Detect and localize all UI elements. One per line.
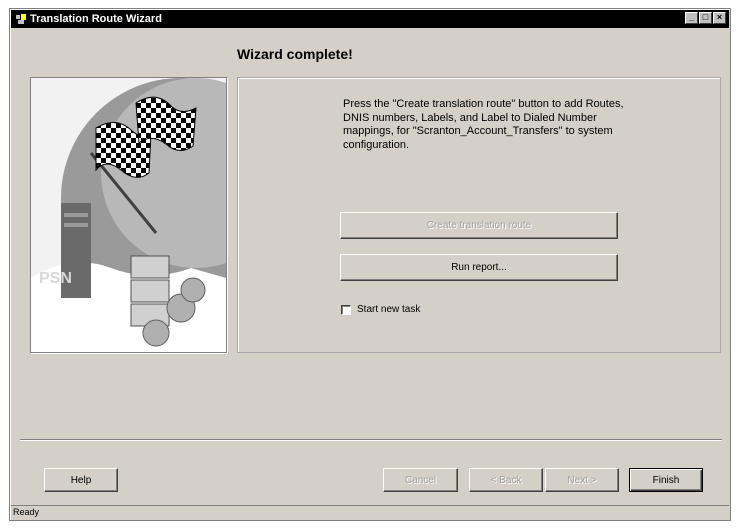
wizard-window: Translation Route Wizard _ □ × Wizard co… [9, 8, 731, 521]
window-title: Translation Route Wizard [30, 13, 162, 25]
minimize-button[interactable]: _ [685, 12, 698, 24]
start-new-task-checkbox[interactable] [341, 304, 351, 315]
start-new-task-row[interactable]: Start new task [341, 304, 420, 315]
back-button[interactable]: < Back [469, 468, 543, 492]
create-translation-route-button[interactable]: Create translation route [340, 212, 618, 239]
completion-description: Press the "Create translation route" but… [343, 98, 624, 151]
maximize-button[interactable]: □ [699, 12, 712, 24]
footer-divider [20, 439, 722, 441]
next-button[interactable]: Next > [545, 468, 619, 492]
run-report-button[interactable]: Run report... [340, 254, 618, 281]
close-button[interactable]: × [713, 12, 726, 24]
checkered-flag-illustration: PSN [31, 78, 226, 352]
help-button[interactable]: Help [44, 468, 118, 492]
start-new-task-label: Start new task [357, 304, 421, 315]
completion-panel: Press the "Create translation route" but… [237, 77, 721, 353]
psn-label: PSN [39, 270, 72, 287]
wizard-illustration: PSN [30, 77, 227, 353]
cancel-button[interactable]: Cancel [383, 468, 458, 492]
finish-button[interactable]: Finish [629, 468, 703, 492]
wizard-icon [16, 14, 26, 24]
status-bar: Ready [11, 505, 729, 519]
title-bar[interactable]: Translation Route Wizard _ □ × [11, 10, 729, 28]
page-title: Wizard complete! [237, 46, 353, 62]
